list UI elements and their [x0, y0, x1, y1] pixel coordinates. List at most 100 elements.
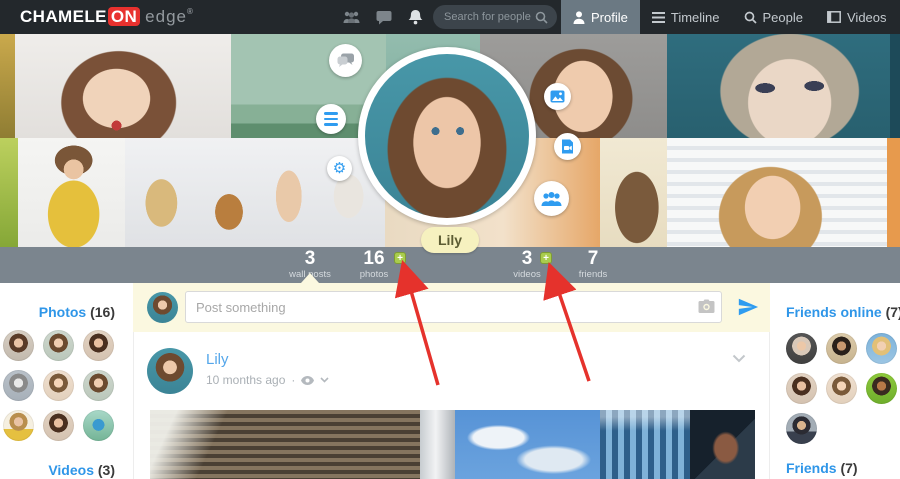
friends-count: (7) — [840, 460, 857, 476]
photo-sky — [455, 410, 600, 479]
stat-photos[interactable]: 16 photos — [360, 249, 389, 280]
post-photo[interactable] — [150, 410, 755, 479]
navbar-menu: Profile Timeline People Videos More — [561, 0, 900, 34]
friends-online-title: Friends online — [786, 304, 882, 320]
photo-thumbnail[interactable] — [3, 410, 34, 441]
photo-thumbnail[interactable] — [83, 410, 114, 441]
send-icon[interactable] — [737, 296, 759, 318]
photo-thumbnail[interactable] — [3, 370, 34, 401]
profile-avatar-photo — [365, 54, 529, 218]
cover-photo-tile — [890, 34, 900, 138]
messages-icon[interactable] — [375, 9, 392, 26]
search-input[interactable] — [442, 10, 535, 24]
cover-menu-button[interactable] — [316, 104, 346, 134]
photo-icon — [550, 90, 565, 103]
cover-photo-tile[interactable] — [600, 138, 667, 250]
sidebar-photos-heading[interactable]: Photos (16) — [0, 304, 115, 320]
tab-timeline[interactable]: Timeline — [640, 0, 732, 34]
brand-text: CHAMELE — [20, 7, 107, 26]
stat-friends[interactable]: 7 friends — [579, 249, 608, 280]
chat-button[interactable] — [329, 44, 362, 77]
friend-avatar[interactable] — [826, 373, 857, 404]
cover-photo-tile[interactable] — [18, 138, 125, 250]
tab-people-label: People — [763, 10, 803, 25]
photo-thumbnail[interactable] — [43, 370, 74, 401]
navbar-quick-icons — [343, 0, 424, 34]
stat-videos[interactable]: 3 videos — [513, 249, 540, 280]
friends-button[interactable] — [534, 181, 569, 216]
friends-title: Friends — [786, 460, 837, 476]
post-input[interactable] — [185, 291, 722, 323]
meta-separator-dot: · — [291, 373, 295, 387]
friend-avatar[interactable] — [786, 413, 817, 444]
friend-avatar[interactable] — [866, 373, 897, 404]
friend-avatar[interactable] — [826, 333, 857, 364]
friend-avatar[interactable] — [866, 333, 897, 364]
cover-photo-tile — [887, 138, 900, 250]
photo-thumbnail[interactable] — [43, 330, 74, 361]
stat-videos-value: 3 — [513, 249, 540, 269]
stat-friends-label: friends — [579, 269, 608, 280]
composer-avatar[interactable] — [147, 292, 178, 323]
friends-online-count: (7) — [886, 304, 900, 320]
brand-highlight: ON — [108, 7, 140, 26]
videos-icon — [827, 11, 841, 23]
tab-profile[interactable]: Profile — [561, 0, 640, 34]
active-tab-notch — [301, 273, 319, 283]
add-videos-button[interactable]: + — [540, 252, 552, 264]
photos-thumbnail-grid — [3, 330, 114, 441]
cover-photo-tile[interactable] — [0, 34, 15, 138]
privacy-eye-icon[interactable] — [301, 376, 314, 385]
photo-thumbnail[interactable] — [83, 330, 114, 361]
add-video-button[interactable] — [554, 133, 581, 160]
post-timestamp: 10 months ago — [206, 373, 285, 387]
tab-timeline-label: Timeline — [671, 10, 720, 25]
wall-post: Lily 10 months ago · — [133, 332, 770, 479]
cover-photo-tile[interactable] — [667, 34, 890, 138]
add-photo-button[interactable] — [544, 83, 571, 110]
friend-avatar[interactable] — [786, 333, 817, 364]
brand-logo[interactable]: CHAMELEON edge® — [20, 7, 193, 27]
navbar-search — [433, 5, 557, 29]
privacy-caret-icon[interactable] — [320, 377, 329, 383]
cover-photo-tile[interactable] — [125, 138, 385, 250]
photo-thumbnail[interactable] — [83, 370, 114, 401]
post-meta: 10 months ago · — [206, 373, 329, 387]
camera-icon[interactable] — [698, 299, 715, 314]
tab-videos-label: Videos — [847, 10, 887, 25]
notifications-bell-icon[interactable] — [407, 9, 424, 26]
post-options-chevron-icon[interactable] — [732, 354, 746, 363]
photo-thumbnail[interactable] — [3, 330, 34, 361]
videos-title: Videos — [48, 462, 94, 478]
photos-count: (16) — [90, 304, 115, 320]
sidebar-friends-heading[interactable]: Friends (7) — [786, 460, 858, 476]
photo-glass-tower — [600, 410, 690, 479]
profile-name-badge: Lily — [421, 227, 479, 253]
post-author-avatar[interactable] — [147, 348, 193, 394]
post-author-name[interactable]: Lily — [206, 351, 229, 368]
profile-icon — [573, 11, 585, 24]
photo-thumbnail[interactable] — [43, 410, 74, 441]
tab-people[interactable]: People — [732, 0, 815, 34]
post-composer — [133, 283, 770, 332]
settings-button[interactable]: ⚙ — [327, 156, 352, 181]
photo-billboard — [690, 410, 755, 479]
tab-videos[interactable]: Videos — [815, 0, 899, 34]
photo-building-left — [150, 410, 420, 479]
registered-mark: ® — [187, 7, 193, 16]
cover-photo-tile[interactable] — [667, 138, 887, 250]
friend-requests-icon[interactable] — [343, 9, 360, 26]
sidebar-friends-online-heading[interactable]: Friends online (7) — [786, 304, 900, 320]
friend-avatar[interactable] — [786, 373, 817, 404]
stat-videos-label: videos — [513, 269, 540, 280]
add-photos-button[interactable]: + — [394, 252, 406, 264]
sidebar-videos-heading[interactable]: Videos (3) — [0, 462, 115, 478]
brand-suffix: edge — [145, 7, 187, 26]
photos-title: Photos — [39, 304, 86, 320]
cover-photo-tile — [0, 138, 18, 250]
people-search-icon — [744, 11, 757, 24]
stat-wall-posts-value: 3 — [289, 249, 331, 269]
cover-photo-tile[interactable] — [15, 34, 231, 138]
profile-avatar[interactable] — [358, 47, 536, 225]
search-icon[interactable] — [535, 11, 548, 24]
